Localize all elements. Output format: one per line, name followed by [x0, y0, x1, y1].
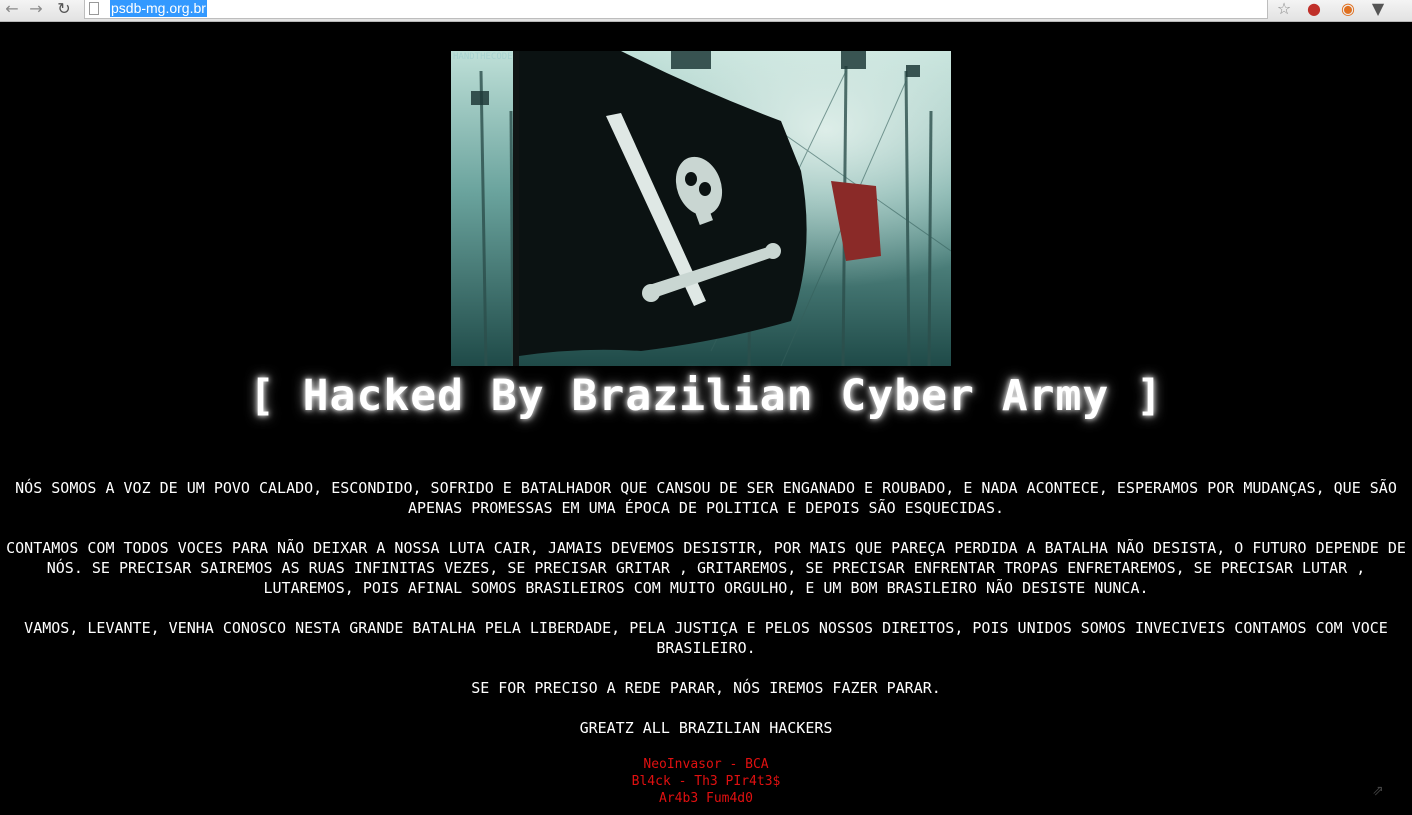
credit-name: Ar4b3 Fum4d0: [659, 791, 753, 806]
arrow-left-icon[interactable]: ←: [2, 0, 22, 20]
browser-toolbar: ← → ↻ psdb-mg.org.br ☆ ● ◉ ▼: [0, 0, 1412, 22]
message-paragraph: GREATZ ALL BRAZILIAN HACKERS: [579, 719, 833, 737]
url-text[interactable]: psdb-mg.org.br: [110, 0, 207, 17]
page-title: [ Hacked By Brazilian Cyber Army ]: [248, 371, 1164, 421]
arrow-right-icon[interactable]: →: [26, 0, 46, 20]
star-icon[interactable]: ☆: [1274, 0, 1294, 20]
image-watermark: HANDTHECODE: [453, 52, 513, 62]
message-paragraph: SE FOR PRECISO A REDE PARAR, NÓS IREMOS …: [471, 679, 941, 697]
credit-name: Bl4ck - Th3 PIr4t3$: [631, 774, 781, 789]
reload-icon[interactable]: ↻: [54, 0, 74, 20]
message-paragraph: CONTAMOS COM TODOS VOCES PARA NÃO DEIXAR…: [6, 539, 1406, 597]
address-bar[interactable]: psdb-mg.org.br: [84, 0, 1268, 19]
credits: NeoInvasor - BCA Bl4ck - Th3 PIr4t3$ Ar4…: [0, 756, 1412, 807]
extension-icon-2[interactable]: ◉: [1338, 0, 1358, 20]
message-body: NÓS SOMOS A VOZ DE UM POVO CALADO, ESCON…: [0, 478, 1412, 758]
pocket-icon[interactable]: ▼: [1368, 0, 1388, 20]
pirate-flag-image: HANDTHECODE: [451, 51, 951, 366]
extension-icon[interactable]: ●: [1304, 0, 1324, 20]
page-icon: [89, 2, 99, 15]
message-paragraph: VAMOS, LEVANTE, VENHA CONOSCO NESTA GRAN…: [24, 619, 1388, 657]
credit-name: NeoInvasor - BCA: [643, 757, 769, 772]
resize-handle-icon[interactable]: ⇗: [1372, 783, 1384, 799]
message-paragraph: NÓS SOMOS A VOZ DE UM POVO CALADO, ESCON…: [15, 479, 1397, 517]
